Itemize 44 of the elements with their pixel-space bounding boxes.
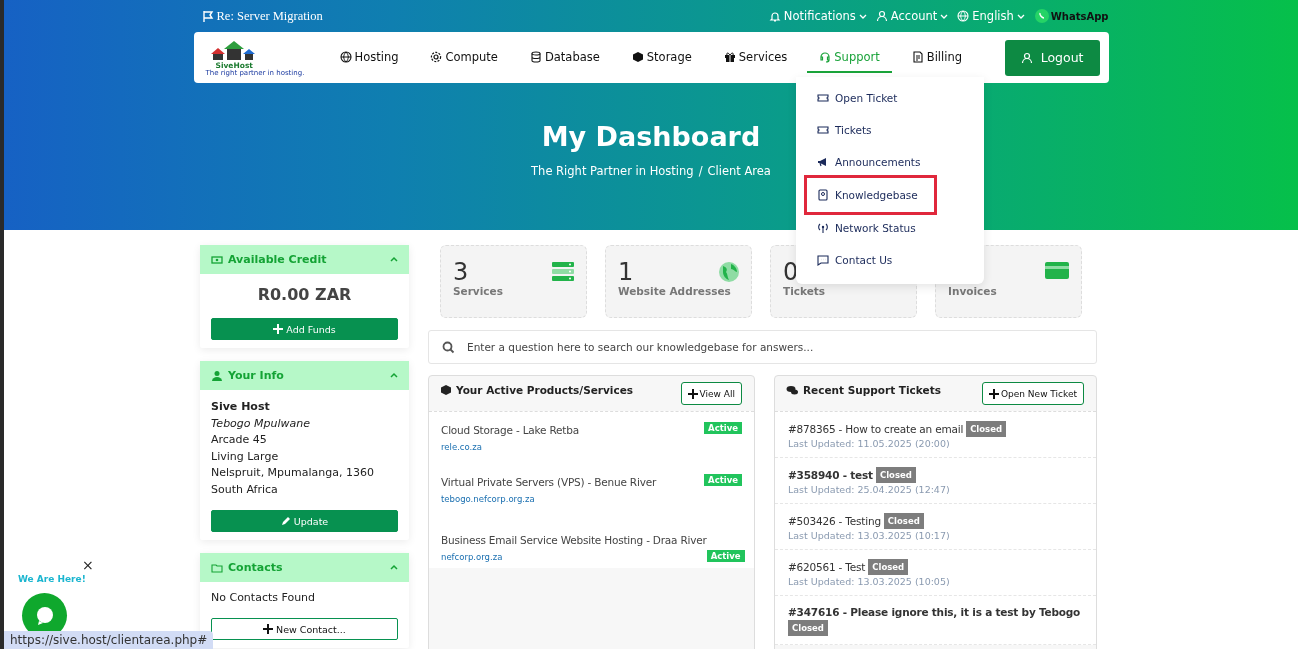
product-domain: nefcorp.org.za <box>441 552 504 562</box>
product-name: Business Email Service Website Hosting - Draa River <box>441 534 707 546</box>
status-label: Closed <box>875 467 916 483</box>
status-label: Closed <box>966 421 1007 437</box>
credit-amount: R0.00 ZAR <box>256 285 353 304</box>
address-line: Nelspruit, Mpumalanga, 1360 <box>211 465 375 481</box>
ticket-subject: #620561 - Test <box>788 560 866 574</box>
stat-label: Tickets <box>783 285 827 297</box>
breadcrumb-separator: / <box>698 164 703 178</box>
product-domain: tebogo.nefcorp.org.za <box>441 494 536 504</box>
stat-label: Website Addresses <box>618 285 732 297</box>
card-title: Recent Support Tickets <box>803 384 941 396</box>
ticket-updated: Last Updated: 25.04.2025 (12:47) <box>788 484 951 495</box>
chat-label: We Are Here! <box>18 574 86 584</box>
status-label: Active <box>706 550 745 562</box>
status-label: Active <box>704 474 742 486</box>
card-title: Your Active Products/Services <box>456 384 634 396</box>
product-domain: rele.co.za <box>441 442 483 452</box>
stat-value: 3 <box>453 259 469 285</box>
ticket-subject: #358940 - test <box>788 468 873 482</box>
stat-label: Services <box>453 285 504 297</box>
ticket-subject: #503426 - Testing <box>788 514 881 528</box>
ticket-updated: Last Updated: 13.03.2025 (10:05) <box>788 576 951 587</box>
status-label: Closed <box>788 620 828 636</box>
stat-label: Invoices <box>948 285 998 297</box>
status-label: Closed <box>883 513 924 529</box>
product-name: Cloud Storage - Lake Retba <box>441 424 579 436</box>
link-url-tooltip: https://sive.host/clientarea.php# <box>4 631 214 649</box>
stat-value: 0 <box>783 259 799 285</box>
status-label: Closed <box>868 559 909 575</box>
ticket-updated: Last Updated: 11.05.2025 (20:00) <box>788 438 951 449</box>
company-name: Sive Host <box>211 399 271 415</box>
address-line: South Africa <box>211 481 279 498</box>
contact-name: Tebogo Mpulwane <box>211 415 312 432</box>
ticket-updated: Last Updated: 13.03.2025 (10:17) <box>788 530 951 541</box>
product-name: Virtual Private Servers (VPS) - Benue River <box>441 476 657 488</box>
status-label: Active <box>704 422 742 434</box>
stat-value: 1 <box>618 259 634 285</box>
page-title: My Dashboard <box>541 121 761 152</box>
address-line: Arcade 45 <box>211 432 268 448</box>
empty-message: No Contacts Found <box>211 591 317 604</box>
ticket-subject: #878365 - How to create an email <box>788 422 964 436</box>
ticket-subject: #347616 - Please ignore this, it is a test by Tebogo <box>788 605 1081 619</box>
address-line: Living Large <box>211 448 280 465</box>
